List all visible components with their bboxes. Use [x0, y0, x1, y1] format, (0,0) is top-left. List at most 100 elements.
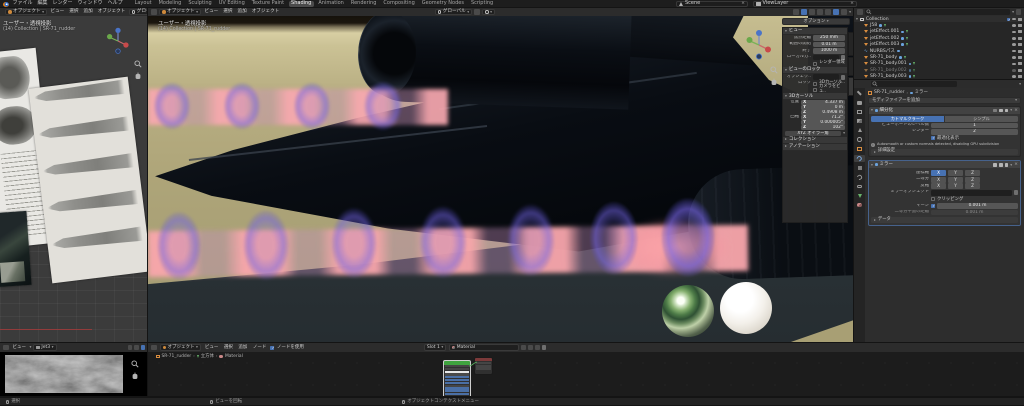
image-selector[interactable]: Jet3 ▾: [33, 344, 57, 351]
merge-checkbox[interactable]: [931, 204, 935, 208]
sidebar-collections-header[interactable]: ▸ コレクション: [783, 136, 847, 144]
modifier-close-icon[interactable]: ×: [1014, 162, 1018, 167]
eyedropper-icon[interactable]: [542, 345, 547, 350]
view-layer-selector[interactable]: ViewLayer ×: [753, 0, 857, 8]
menu-render[interactable]: レンダー: [51, 0, 74, 7]
open-image-icon[interactable]: [134, 344, 139, 351]
hide-icon[interactable]: [1012, 62, 1016, 66]
simple-button[interactable]: シンプル: [945, 115, 1018, 122]
zoom-icon[interactable]: [131, 360, 139, 368]
editor-type-icon[interactable]: [151, 344, 157, 351]
navigation-gizmo[interactable]: [746, 28, 772, 62]
object-data-tab-icon[interactable]: [856, 192, 863, 199]
modifier-extras-icon[interactable]: ▾: [1010, 107, 1012, 112]
constraints-tab-icon[interactable]: [856, 183, 863, 190]
hide-icon[interactable]: [1012, 49, 1016, 53]
menu-select[interactable]: 選択: [222, 345, 234, 350]
render-toggle-icon[interactable]: [1004, 162, 1009, 167]
collection-checkbox[interactable]: [1006, 17, 1011, 22]
advanced-subpanel-header[interactable]: ▸ 詳細設定: [871, 148, 1018, 155]
workspace-tab-geometry-nodes[interactable]: Geometry Nodes: [419, 0, 466, 8]
flip-y-button[interactable]: Y: [948, 183, 963, 190]
shader-type-dropdown[interactable]: オブジェクト ▾: [159, 344, 201, 351]
eyedropper-icon[interactable]: [841, 74, 845, 80]
menu-select[interactable]: 選択: [222, 9, 234, 14]
clipping-checkbox[interactable]: [931, 197, 935, 202]
bisect-y-button[interactable]: Y: [948, 176, 963, 183]
filter-icon[interactable]: ▾: [1012, 9, 1014, 14]
view-layer-tab-icon[interactable]: [856, 118, 863, 125]
reference-photo[interactable]: [0, 210, 32, 288]
shading-solid-icon[interactable]: [825, 9, 832, 15]
toggle-xray-icon[interactable]: [809, 9, 816, 15]
orientation-dropdown[interactable]: グローバル▾: [434, 8, 473, 16]
hide-icon[interactable]: [1012, 75, 1016, 78]
menu-edit[interactable]: 編集: [36, 0, 49, 7]
menu-view[interactable]: ビュー: [11, 345, 28, 350]
snap-magnet-icon[interactable]: [474, 9, 481, 15]
optimal-display-checkbox[interactable]: [931, 136, 935, 141]
workspace-tab-layout[interactable]: Layout: [132, 0, 154, 8]
render-visibility-icon[interactable]: [1018, 49, 1022, 53]
proportional-edit-dropdown[interactable]: ▾: [482, 8, 496, 16]
hide-icon[interactable]: [1012, 30, 1016, 34]
zoom-icon[interactable]: [770, 66, 778, 74]
workspace-tab-shading[interactable]: Shading: [288, 0, 314, 8]
lock-camera-checkbox[interactable]: [813, 87, 817, 92]
shading-rendered-icon[interactable]: [841, 9, 848, 15]
editor-type-icon[interactable]: [3, 344, 9, 351]
sidebar-view-lock-header[interactable]: ▾ ビューのロック: [783, 67, 847, 74]
shading-dropdown-icon[interactable]: ▾: [849, 9, 851, 14]
workspace-tab-uv-editing[interactable]: UV Editing: [216, 0, 247, 8]
jet-plume-upper[interactable]: [148, 72, 448, 142]
breadcrumb-item[interactable]: ミラー: [915, 90, 929, 95]
workspace-tab-modeling[interactable]: Modeling: [156, 0, 184, 8]
focal-length-field[interactable]: 250 mm: [813, 35, 845, 41]
menu-add[interactable]: 追加: [236, 9, 248, 14]
render-visibility-icon[interactable]: [1018, 30, 1022, 34]
outliner-row[interactable]: SR-71_body.003: [854, 74, 1024, 80]
hide-icon[interactable]: [1012, 56, 1016, 59]
realtime-toggle-icon[interactable]: [999, 162, 1003, 167]
workspace-tab-compositing[interactable]: Compositing: [381, 0, 417, 8]
editor-type-icon[interactable]: [151, 9, 157, 15]
mode-dropdown[interactable]: オブジェクト ▾: [5, 8, 47, 16]
lock-3d-cursor-checkbox[interactable]: [813, 81, 817, 86]
render-visibility-icon[interactable]: [1018, 36, 1022, 40]
particles-tab-icon[interactable]: [856, 164, 863, 171]
data-subpanel-header[interactable]: ▸ データ: [871, 217, 1018, 224]
new-image-icon[interactable]: [127, 344, 132, 351]
material-tab-icon[interactable]: [856, 202, 863, 209]
show-gizmo-icon[interactable]: [793, 9, 800, 15]
jet-plume-lower[interactable]: [148, 181, 749, 297]
bisect-distance-field[interactable]: 0.001 m: [931, 209, 1018, 216]
shading-material-preview-icon[interactable]: [833, 9, 840, 15]
fake-user-icon[interactable]: [535, 344, 540, 351]
image-pin-icon[interactable]: [140, 344, 145, 351]
mirror-panel-header[interactable]: ▾ ミラー ▾ ×: [869, 161, 1020, 169]
menu-add[interactable]: 追加: [82, 9, 94, 14]
add-modifier-button[interactable]: モディファイアーを追加 ▾: [868, 97, 1021, 104]
shading-wireframe-icon[interactable]: [817, 9, 824, 15]
mirror-axis-y-button[interactable]: Y: [948, 170, 963, 176]
subdivision-panel-header[interactable]: ▾ 細分化 ▾ ×: [869, 107, 1020, 114]
modifier-close-icon[interactable]: ×: [1014, 108, 1018, 113]
outliner-search-input[interactable]: [865, 9, 1011, 15]
eyedropper-icon[interactable]: [1014, 190, 1018, 196]
properties-options-icon[interactable]: ▾: [1019, 81, 1021, 86]
flip-z-button[interactable]: Z: [965, 183, 980, 190]
move-view-icon[interactable]: [770, 78, 778, 86]
scene-tab-icon[interactable]: [856, 127, 863, 134]
scene-unlink-icon[interactable]: ×: [741, 1, 745, 6]
mirror-object-field[interactable]: [931, 190, 1012, 196]
world-tab-icon[interactable]: [856, 136, 863, 143]
render-visibility-icon[interactable]: [1018, 17, 1022, 21]
move-view-icon[interactable]: [131, 372, 139, 380]
render-levels-field[interactable]: 2: [931, 129, 1018, 135]
move-view-icon[interactable]: [134, 72, 142, 80]
menu-view[interactable]: ビュー: [203, 345, 220, 350]
realtime-toggle-icon[interactable]: [999, 108, 1003, 113]
menu-object[interactable]: オブジェクト: [96, 9, 127, 14]
menu-window[interactable]: ウィンドウ: [76, 0, 104, 7]
cursor-rotation-z[interactable]: Z 102°: [801, 124, 845, 131]
